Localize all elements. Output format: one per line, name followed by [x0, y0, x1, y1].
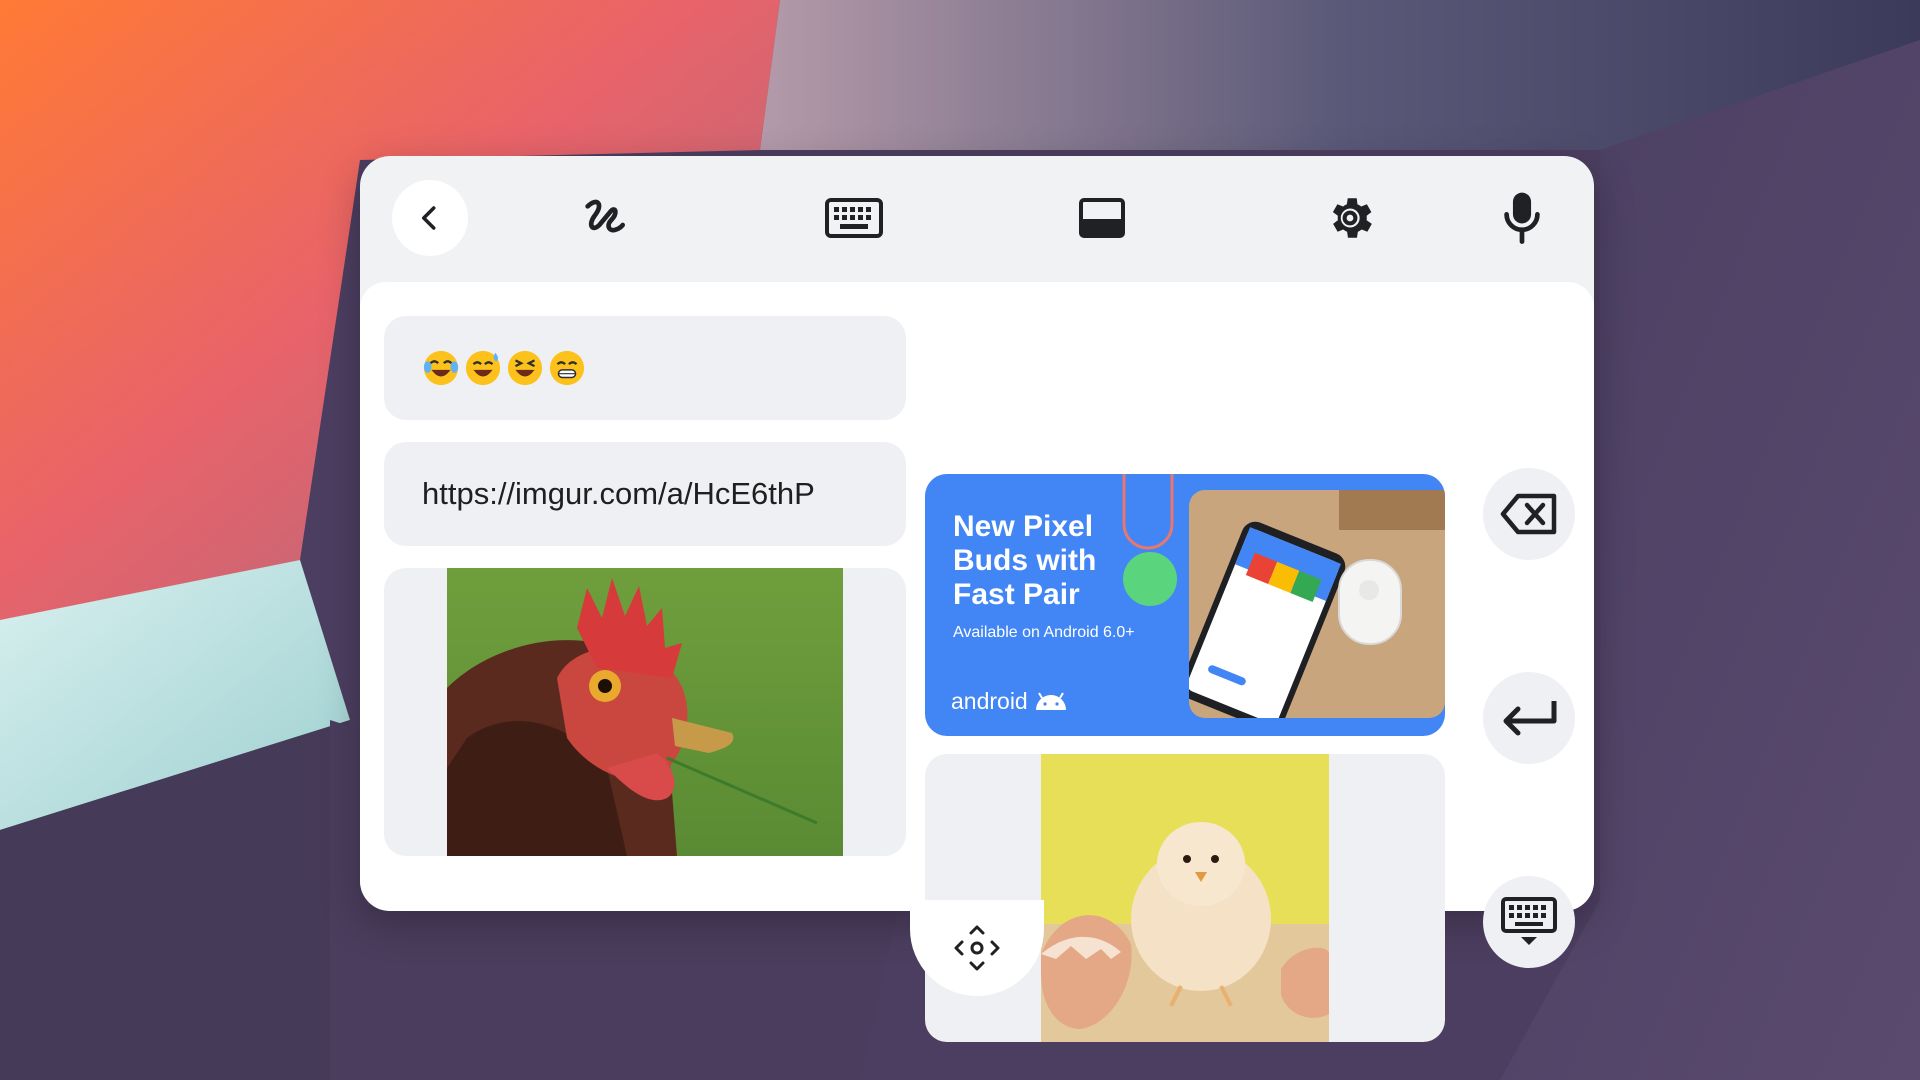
one-handed-mode-button[interactable]	[1064, 180, 1140, 256]
rooster-photo	[447, 568, 843, 856]
one-handed-mode-icon	[1079, 198, 1125, 238]
clip-url-text: https://imgur.com/a/HcE6thP	[422, 476, 815, 511]
promo-brand: android	[951, 688, 1068, 715]
settings-button[interactable]	[1312, 180, 1388, 256]
back-icon	[422, 206, 436, 230]
chick-photo	[1041, 754, 1329, 1042]
clip-image-chick[interactable]	[925, 754, 1445, 1042]
hide-keyboard-button[interactable]	[1483, 876, 1575, 968]
grinning-squinting-face-icon	[507, 350, 543, 386]
promo-decoration	[1122, 474, 1177, 606]
clip-url[interactable]: https://imgur.com/a/HcE6thP	[384, 442, 906, 546]
backspace-button[interactable]	[1483, 468, 1575, 560]
clip-emoji[interactable]	[384, 316, 906, 420]
grinning-face-with-sweat-icon	[465, 350, 501, 386]
enter-icon	[1503, 701, 1557, 736]
beaming-face-with-smiling-eyes-icon	[549, 350, 585, 386]
clip-image-rooster[interactable]	[384, 568, 906, 856]
back-button[interactable]	[392, 180, 468, 256]
handwriting-icon	[585, 199, 625, 233]
emoji-list	[422, 349, 586, 387]
promo-subtitle: Available on Android 6.0+	[953, 624, 1135, 641]
keyboard-icon	[825, 198, 883, 238]
handwriting-button[interactable]	[566, 180, 642, 256]
hide-keyboard-icon	[1501, 897, 1557, 945]
android-logo-icon	[1035, 691, 1066, 710]
clipboard-panel: https://imgur.com/a/HcE6thP New Pixel Bu…	[360, 156, 1594, 1042]
microphone-button[interactable]	[1484, 180, 1560, 256]
clip-promo-pixel-buds[interactable]: New Pixel Buds with Fast Pair Available …	[925, 474, 1445, 736]
microphone-icon	[1504, 192, 1540, 244]
promo-headline: New Pixel Buds with Fast Pair	[953, 510, 1097, 611]
promo-phone-photo	[1189, 490, 1445, 718]
toolbar	[360, 156, 1594, 282]
clipboard-content: https://imgur.com/a/HcE6thP New Pixel Bu…	[360, 282, 1594, 1042]
promo-brand-text: android	[951, 688, 1028, 714]
face-with-tears-of-joy-icon	[423, 350, 459, 386]
settings-icon	[1332, 198, 1372, 238]
enter-button[interactable]	[1483, 672, 1575, 764]
keyboard-button[interactable]	[816, 180, 892, 256]
backspace-icon	[1500, 493, 1557, 535]
move-icon	[954, 925, 1000, 971]
